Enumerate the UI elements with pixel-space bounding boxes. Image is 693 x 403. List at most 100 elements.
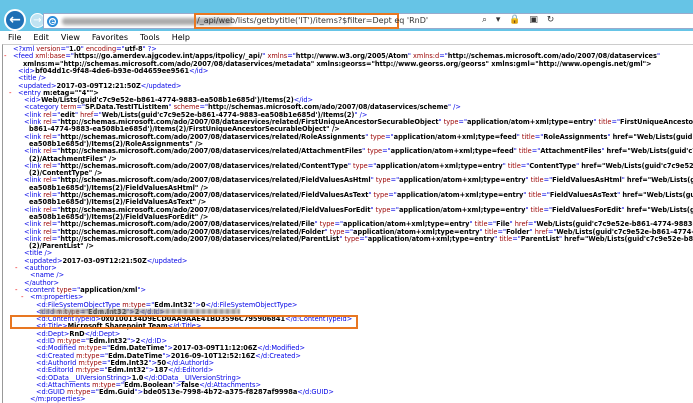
xml-punct: " bbox=[370, 205, 374, 214]
xml-text: href="Web/Lists(guid'c7c9e52e-b861-4774-… bbox=[626, 205, 693, 214]
xml-attr-value: application/atom+xml;type=feed bbox=[393, 132, 517, 141]
xml-punct: " bbox=[365, 132, 369, 141]
xml-attr-name: type bbox=[353, 161, 368, 170]
xml-punct: " bbox=[362, 147, 366, 156]
xml-tag: </updated bbox=[140, 81, 176, 90]
xml-attr-value: application/atom+xml;type=entry bbox=[399, 176, 526, 185]
xml-attr-name: type bbox=[443, 118, 459, 126]
xml-attr-value: application/atom+xml;type=feed bbox=[390, 147, 514, 156]
xml-attr-value: application/atom+xml;type=entry bbox=[398, 205, 526, 214]
xml-punct: =" bbox=[611, 118, 621, 126]
xml-attr-value: FieldValuesAsHtml bbox=[552, 176, 622, 185]
xml-attr-name: title bbox=[507, 161, 521, 170]
redaction-scribble bbox=[40, 309, 240, 314]
xml-punct: " bbox=[370, 176, 374, 185]
collapse-toggle[interactable]: - bbox=[15, 286, 18, 294]
menu-edit[interactable]: Edit bbox=[33, 31, 49, 45]
xml-punct: =" bbox=[458, 118, 467, 126]
xml-attr-value: ContentType bbox=[529, 161, 577, 170]
xml-punct: " bbox=[525, 176, 529, 185]
xml-attr-value: Edm.Guid bbox=[98, 388, 135, 397]
xml-attr-name: type bbox=[370, 132, 386, 141]
xml-line: </m:properties> bbox=[30, 395, 86, 403]
xml-punct: " bbox=[601, 147, 605, 156]
xml-attr-value: FirstUniqueAncestorSecurableObject bbox=[620, 118, 693, 126]
xml-line: <link rel="http://schemas.microsoft.com/… bbox=[24, 162, 693, 170]
xml-attr-value: RoleAssignments bbox=[543, 132, 608, 141]
xml-punct: =" bbox=[543, 176, 553, 185]
xml-tag: </d:GUID bbox=[297, 388, 329, 397]
xml-tag: </d:FileSystemObjectType bbox=[205, 300, 292, 309]
xml-punct: =" bbox=[388, 191, 397, 199]
xml-text: href="Web/Lists(guid'c7c9e52e-b861-4774-… bbox=[564, 234, 693, 243]
menu-tools[interactable]: Tools bbox=[140, 31, 160, 45]
xml-attr-name: type bbox=[375, 205, 391, 214]
xml-punct: " bbox=[502, 161, 506, 170]
address-bar-icons[interactable]: ⌕ ▾ 🔒 ▣ ↻ bbox=[482, 15, 557, 25]
xml-punct: =" bbox=[90, 388, 99, 397]
xml-tag-end: > bbox=[175, 81, 182, 90]
xml-attr-name: type bbox=[367, 147, 383, 156]
xml-punct: " bbox=[621, 205, 625, 214]
xml-tag-end: > bbox=[295, 351, 301, 360]
xml-text: href="Web/Lists(guid'c7c9e52e-b861-4774-… bbox=[606, 147, 693, 156]
xml-punct: " bbox=[593, 118, 597, 126]
collapse-toggle[interactable]: - bbox=[21, 293, 24, 301]
xml-attr-name: title bbox=[521, 132, 535, 141]
xml-attr-name: title bbox=[528, 191, 542, 199]
xml-punct: " bbox=[368, 191, 372, 199]
menu-favorites[interactable]: Favorites bbox=[92, 31, 128, 45]
menu-help[interactable]: Help bbox=[172, 31, 190, 45]
ie-logo-icon: e bbox=[47, 16, 58, 27]
xml-attr-value: http://schemas.microsoft.com/ado/2007/08… bbox=[60, 234, 340, 243]
back-button[interactable]: ← bbox=[4, 9, 26, 31]
xml-attr-name: type bbox=[375, 176, 391, 185]
xml-tag: </m:properties bbox=[30, 395, 81, 403]
xml-tag-end: > bbox=[80, 395, 86, 403]
xml-text: href="Web/Lists(guid'c7c9e52e-b861-4774-… bbox=[622, 191, 693, 199]
menu-view[interactable]: View bbox=[61, 31, 80, 45]
xml-punct: " bbox=[447, 103, 452, 112]
menu-file[interactable]: File bbox=[8, 31, 21, 45]
xml-punct: " bbox=[347, 161, 351, 170]
xml-punct: " bbox=[656, 52, 660, 61]
xml-attr-value: ParentList bbox=[520, 234, 560, 243]
xml-punct: =" bbox=[359, 234, 368, 243]
xml-punct: =" bbox=[390, 176, 400, 185]
title-highlight-box bbox=[10, 315, 358, 329]
xml-text: href="Web/Lists(guid'c7c9e52e-b861-4774-… bbox=[581, 161, 693, 170]
xml-punct: " bbox=[513, 147, 517, 156]
url-text[interactable]: /_api/web/lists/getbytitle('IT')/items?$… bbox=[197, 16, 428, 25]
xml-attr-value: FieldValuesForEdit bbox=[552, 205, 622, 214]
menu-bar: File Edit View Favorites Tools Help bbox=[0, 31, 693, 45]
xml-line: <link rel="http://schemas.microsoft.com/… bbox=[24, 147, 693, 155]
xml-attr-name: type bbox=[344, 234, 360, 243]
xml-text: href="Web/Lists(guid'c7c9e52e-b861-4774-… bbox=[612, 132, 693, 141]
xml-punct: =" bbox=[385, 132, 394, 141]
address-bar[interactable]: e /_api/web/lists/getbytitle('IT')/items… bbox=[43, 13, 693, 29]
xml-attr-name: type bbox=[373, 191, 389, 199]
xml-punct: " bbox=[617, 191, 621, 199]
collapse-toggle[interactable]: - bbox=[4, 52, 7, 60]
xml-punct: =" bbox=[382, 147, 391, 156]
xml-attr-name: title bbox=[499, 234, 513, 243]
xml-tag-end: > bbox=[291, 300, 298, 309]
xml-tag-end: > bbox=[140, 285, 146, 294]
xml-punct: " bbox=[339, 234, 343, 243]
xml-attr-value: application/xml bbox=[80, 285, 138, 294]
xml-line: <id>bf04dd1c-9f48-4de6-b93e-0d4659ee9561… bbox=[18, 67, 208, 75]
xml-attr-value: application/atom+xml;type=entry bbox=[367, 234, 495, 243]
xml-attr-value: AttachmentFiles bbox=[540, 147, 602, 156]
xml-punct: " bbox=[516, 132, 520, 141]
xml-text: bde0513e-7998-4b72-a375-f8287af9998a bbox=[143, 388, 298, 397]
xml-punct: " bbox=[438, 118, 442, 126]
xml-punct: " bbox=[494, 234, 498, 243]
xml-tag: </id bbox=[189, 66, 203, 75]
xml-attr-value: FieldValuesAsText bbox=[549, 191, 618, 199]
collapse-toggle[interactable]: - bbox=[9, 89, 12, 97]
xml-tag: </updated bbox=[146, 256, 182, 265]
xml-attr-value: application/atom+xml;type=entry bbox=[396, 191, 524, 199]
xml-attr-name: title bbox=[530, 176, 544, 185]
xml-attr-value: application/atom+xml;type=entry bbox=[376, 161, 503, 170]
collapse-toggle[interactable]: - bbox=[15, 264, 18, 272]
